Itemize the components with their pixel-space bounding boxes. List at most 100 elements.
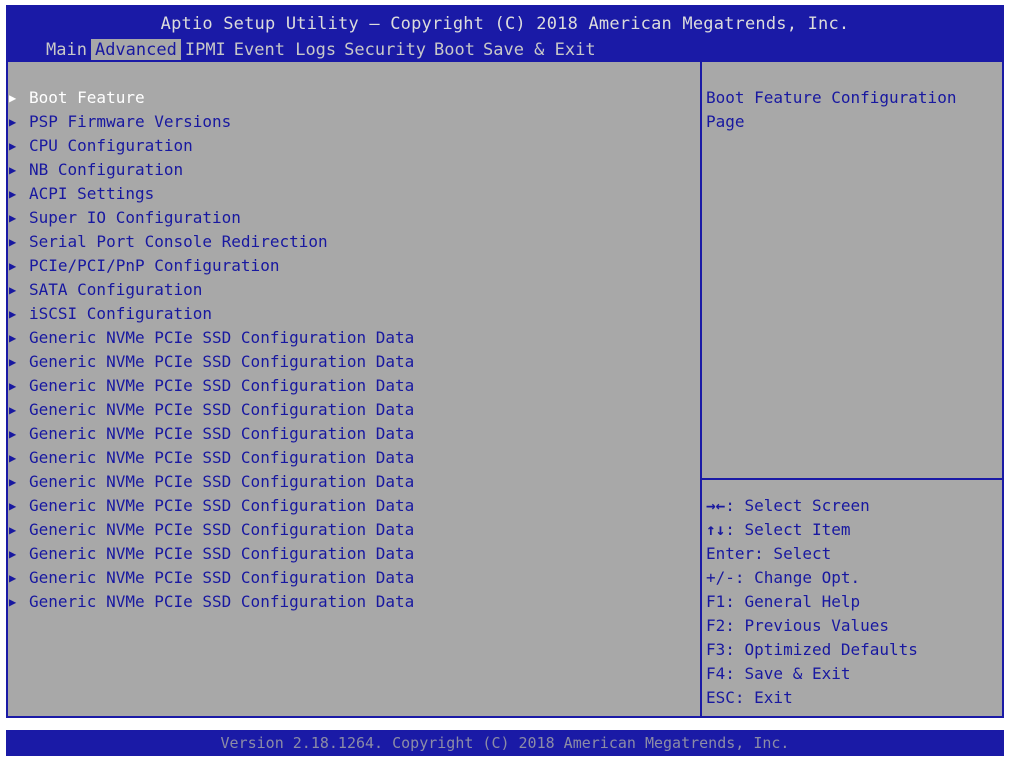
menu-item[interactable]: ▶ PSP Firmware Versions (8, 110, 414, 134)
key-legend-text: : Select Screen (725, 496, 870, 515)
arrow-keys-icon: ↑↓ (706, 520, 726, 539)
main-panel: ▶ Boot Feature ▶ PSP Firmware Versions ▶ CPU … (6, 60, 1004, 718)
menu-item-label: Generic NVMe PCIe SSD Configuration Data (29, 496, 415, 515)
right-triangle-icon: ▶ (9, 331, 17, 345)
menu-item-label: Generic NVMe PCIe SSD Configuration Data (29, 544, 415, 563)
menu-item[interactable]: ▶ NB Configuration (8, 158, 414, 182)
key-legend-text: F3: Optimized Defaults (706, 640, 918, 659)
key-legend-line: F4: Save & Exit (706, 662, 918, 686)
tab-advanced[interactable]: Advanced (90, 39, 181, 61)
key-legend: →←: Select Screen ↑↓: Select Item Enter: S… (706, 494, 918, 710)
menu-item[interactable]: ▶ Generic NVMe PCIe SSD Configuration Dat… (8, 518, 414, 542)
right-triangle-icon: ▶ (9, 475, 17, 489)
footer-bar: Version 2.18.1264. Copyright (C) 2018 Am… (6, 730, 1004, 756)
tab-boot[interactable]: Boot (430, 39, 479, 61)
key-legend-line: ESC: Exit (706, 686, 918, 710)
key-legend-text: F1: General Help (706, 592, 861, 611)
key-legend-line: F1: General Help (706, 590, 918, 614)
menu-item[interactable]: ▶ Generic NVMe PCIe SSD Configuration Dat… (8, 326, 414, 350)
menu-item-label: Boot Feature (29, 88, 145, 107)
right-triangle-icon: ▶ (9, 595, 17, 609)
menu-item[interactable]: ▶ PCIe/PCI/PnP Configuration (8, 254, 414, 278)
right-triangle-icon: ▶ (9, 259, 17, 273)
tab-security[interactable]: Security (340, 39, 430, 61)
menu-item[interactable]: ▶ Generic NVMe PCIe SSD Configuration Dat… (8, 590, 414, 614)
key-legend-text: F4: Save & Exit (706, 664, 851, 683)
menu-item-label: Generic NVMe PCIe SSD Configuration Data (29, 376, 415, 395)
menu-item[interactable]: ▶ iSCSI Configuration (8, 302, 414, 326)
right-triangle-icon: ▶ (9, 451, 17, 465)
right-triangle-icon: ▶ (9, 307, 17, 321)
menu-item-label: Generic NVMe PCIe SSD Configuration Data (29, 352, 415, 371)
help-divider (702, 478, 1002, 480)
menu-item-label: Generic NVMe PCIe SSD Configuration Data (29, 328, 415, 347)
key-legend-line: Enter: Select (706, 542, 918, 566)
menu-item[interactable]: ▶ Generic NVMe PCIe SSD Configuration Dat… (8, 566, 414, 590)
right-triangle-icon: ▶ (9, 379, 17, 393)
menu-item-label: Generic NVMe PCIe SSD Configuration Data (29, 568, 415, 587)
menu-item-label: Serial Port Console Redirection (29, 232, 328, 251)
menu-item-label: CPU Configuration (29, 136, 193, 155)
menu-item[interactable]: ▶ Super IO Configuration (8, 206, 414, 230)
menu-item[interactable]: ▶ Boot Feature (8, 86, 414, 110)
menu-item-label: NB Configuration (29, 160, 184, 179)
tab-event-logs[interactable]: Event Logs (230, 39, 340, 61)
menu-item-label: Generic NVMe PCIe SSD Configuration Data (29, 520, 415, 539)
header-bar: Aptio Setup Utility – Copyright (C) 2018… (6, 5, 1004, 61)
menu-item-label: Super IO Configuration (29, 208, 241, 227)
right-triangle-icon: ▶ (9, 235, 17, 249)
arrow-keys-icon: →← (706, 496, 726, 515)
tab-ipmi[interactable]: IPMI (181, 39, 230, 61)
right-triangle-icon: ▶ (9, 139, 17, 153)
menu-item-label: Generic NVMe PCIe SSD Configuration Data (29, 424, 415, 443)
key-legend-line: F3: Optimized Defaults (706, 638, 918, 662)
menu-item[interactable]: ▶ Generic NVMe PCIe SSD Configuration Dat… (8, 542, 414, 566)
menu-item[interactable]: ▶ CPU Configuration (8, 134, 414, 158)
key-legend-line: →←: Select Screen (706, 494, 918, 518)
right-triangle-icon: ▶ (9, 187, 17, 201)
menu-item[interactable]: ▶ Generic NVMe PCIe SSD Configuration Dat… (8, 446, 414, 470)
menu-item[interactable]: ▶ Generic NVMe PCIe SSD Configuration Dat… (8, 374, 414, 398)
right-triangle-icon: ▶ (9, 91, 17, 105)
menu-item[interactable]: ▶ Generic NVMe PCIe SSD Configuration Dat… (8, 422, 414, 446)
menu-item[interactable]: ▶ ACPI Settings (8, 182, 414, 206)
menu-item[interactable]: ▶ Serial Port Console Redirection (8, 230, 414, 254)
right-triangle-icon: ▶ (9, 283, 17, 297)
menu-item[interactable]: ▶ Generic NVMe PCIe SSD Configuration Dat… (8, 350, 414, 374)
menu-item-label: PCIe/PCI/PnP Configuration (29, 256, 280, 275)
right-triangle-icon: ▶ (9, 163, 17, 177)
tab-main[interactable]: Main (42, 39, 91, 61)
right-triangle-icon: ▶ (9, 499, 17, 513)
right-triangle-icon: ▶ (9, 355, 17, 369)
menu-item-label: Generic NVMe PCIe SSD Configuration Data (29, 592, 415, 611)
key-legend-line: ↑↓: Select Item (706, 518, 918, 542)
menu-item-label: ACPI Settings (29, 184, 155, 203)
right-triangle-icon: ▶ (9, 115, 17, 129)
help-line: Boot Feature Configuration (706, 88, 957, 107)
right-triangle-icon: ▶ (9, 571, 17, 585)
right-triangle-icon: ▶ (9, 523, 17, 537)
menu-item-label: iSCSI Configuration (29, 304, 213, 323)
menu-item[interactable]: ▶ Generic NVMe PCIe SSD Configuration Dat… (8, 470, 414, 494)
key-legend-text: : Select Item (725, 520, 851, 539)
tab-save-exit[interactable]: Save & Exit (479, 39, 600, 61)
key-legend-text: ESC: Exit (706, 688, 793, 707)
key-legend-line: +/-: Change Opt. (706, 566, 918, 590)
key-legend-line: F2: Previous Values (706, 614, 918, 638)
menu-item-label: Generic NVMe PCIe SSD Configuration Data (29, 448, 415, 467)
right-triangle-icon: ▶ (9, 403, 17, 417)
menu-item[interactable]: ▶ Generic NVMe PCIe SSD Configuration Dat… (8, 494, 414, 518)
menu-item-label: SATA Configuration (29, 280, 203, 299)
menu-item-label: Generic NVMe PCIe SSD Configuration Data (29, 400, 415, 419)
right-triangle-icon: ▶ (9, 211, 17, 225)
menu-item-label: Generic NVMe PCIe SSD Configuration Data (29, 472, 415, 491)
app-title: Aptio Setup Utility – Copyright (C) 2018… (160, 14, 850, 34)
menu-item[interactable]: ▶ SATA Configuration (8, 278, 414, 302)
tab-bar: Main Advanced IPMI Event Logs Security Boot Sa… (42, 39, 600, 61)
right-triangle-icon: ▶ (9, 427, 17, 441)
key-legend-text: Enter: Select (706, 544, 832, 563)
advanced-menu-list: ▶ Boot Feature ▶ PSP Firmware Versions ▶ CPU … (8, 86, 414, 614)
menu-item-label: PSP Firmware Versions (29, 112, 232, 131)
key-legend-text: +/-: Change Opt. (706, 568, 861, 587)
menu-item[interactable]: ▶ Generic NVMe PCIe SSD Configuration Dat… (8, 398, 414, 422)
